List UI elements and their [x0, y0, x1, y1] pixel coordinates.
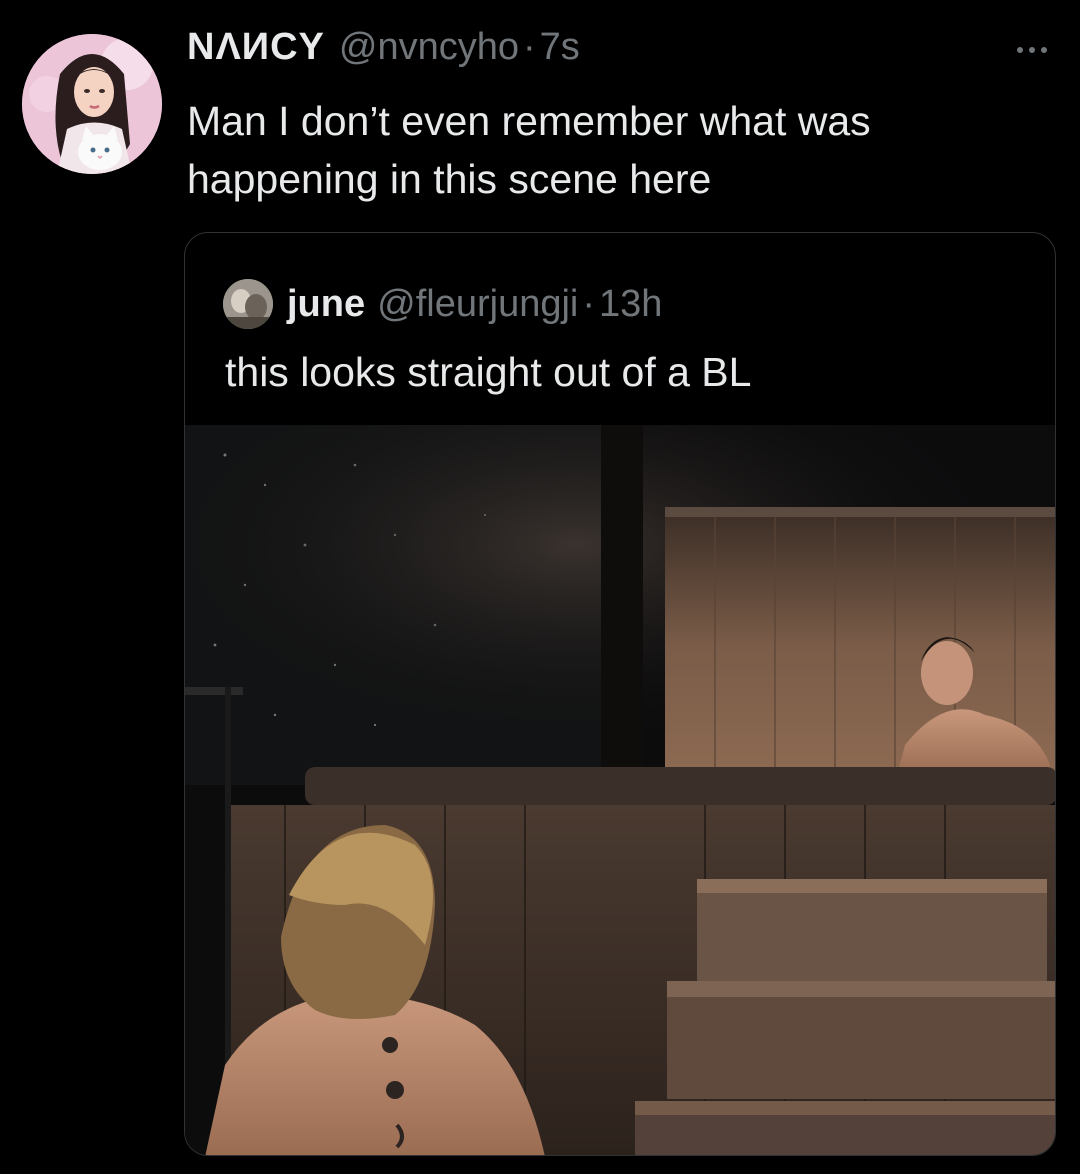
quoted-author-avatar	[223, 279, 273, 329]
quoted-author-display-name: june	[287, 282, 366, 325]
tweet[interactable]: NΛИCY @nvncyho · 7s Man I don’t even rem…	[0, 0, 1080, 1174]
quoted-avatar-image	[223, 279, 273, 329]
tweet-text: Man I don’t even remember what was happe…	[187, 98, 871, 202]
quoted-tweet-text: this looks straight out of a BL	[225, 349, 752, 395]
quoted-author-handle: @fleurjungji	[377, 282, 579, 325]
author-handle[interactable]: @nvncyho	[339, 26, 519, 69]
more-horizontal-icon[interactable]	[1012, 40, 1052, 60]
avatar-image	[22, 34, 162, 174]
tweet-header: NΛИCY @nvncyho · 7s	[187, 26, 580, 69]
quoted-tweet-timestamp: 13h	[599, 282, 663, 325]
tweet-timestamp[interactable]: 7s	[540, 26, 580, 69]
quoted-tweet-media[interactable]	[185, 425, 1055, 1155]
media-image-hot-tub-scene	[185, 425, 1055, 1155]
author-avatar[interactable]	[22, 34, 162, 174]
quoted-tweet[interactable]: june @fleurjungji · 13h this looks strai…	[184, 232, 1056, 1156]
author-display-name[interactable]: NΛИCY	[187, 26, 325, 69]
quoted-tweet-header: june @fleurjungji · 13h	[223, 279, 662, 329]
separator-dot: ·	[523, 26, 536, 68]
quoted-separator-dot: ·	[582, 282, 596, 325]
